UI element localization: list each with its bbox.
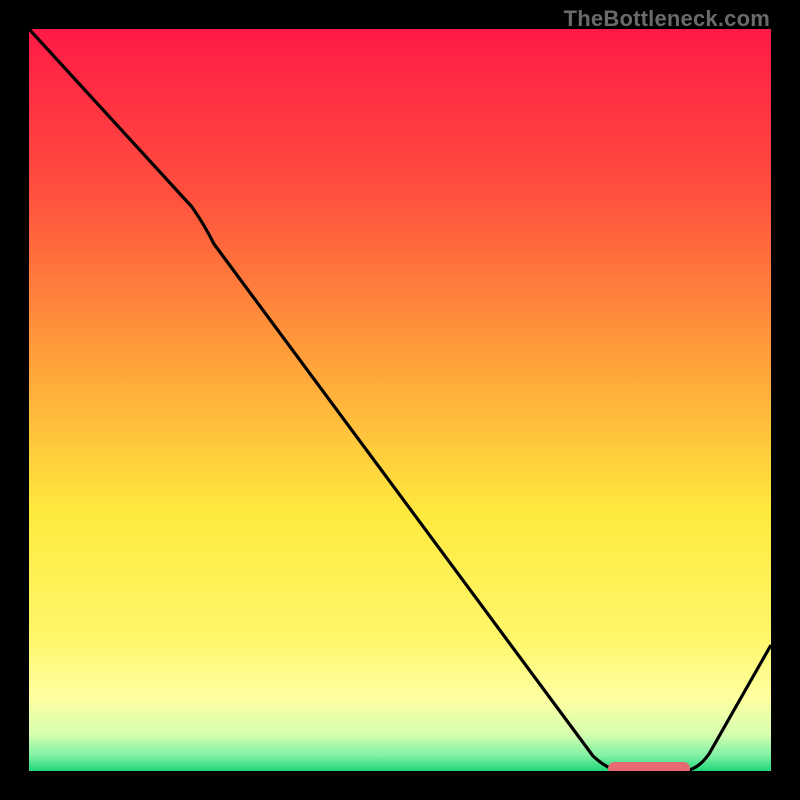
optimal-zone-marker	[608, 762, 690, 771]
watermark-text: TheBottleneck.com	[564, 6, 770, 32]
gradient-background	[29, 29, 771, 771]
bottleneck-chart	[29, 29, 771, 771]
chart-frame	[29, 29, 771, 771]
